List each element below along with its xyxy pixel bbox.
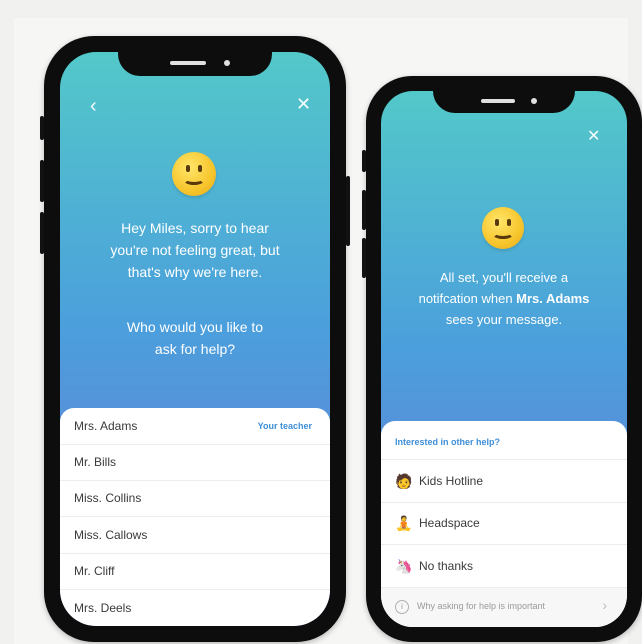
contact-name: Miss. Collins xyxy=(74,491,142,505)
left-speaker xyxy=(170,61,206,65)
teacher-tag: Your teacher xyxy=(257,421,312,431)
contact-row-cliff[interactable]: Mr. Cliff xyxy=(60,553,330,590)
right-screen: ✕ All set, you'll receive a notifcation … xyxy=(381,91,627,627)
right-speaker xyxy=(481,99,515,103)
right-camera xyxy=(531,98,537,104)
contact-name: Mrs. Deels xyxy=(74,600,132,615)
confirmation-line-3: sees your message. xyxy=(445,312,563,327)
contact-row-callows[interactable]: Miss. Callows xyxy=(60,516,330,554)
greeting-line-1: Hey Miles, sorry to hear xyxy=(121,220,269,236)
left-phone-volume-up xyxy=(40,160,44,202)
left-screen: ‹ ✕ Hey Miles, sorry to hear you're not … xyxy=(60,52,330,626)
option-kids-hotline[interactable]: 🧑 Kids Hotline xyxy=(381,459,627,503)
info-icon: i xyxy=(395,600,409,614)
contact-row-adams[interactable]: Mrs. Adams Your teacher xyxy=(60,408,330,445)
question-line-1: Who would you like to xyxy=(126,319,264,335)
right-phone-silent-switch xyxy=(362,150,366,172)
other-help-heading: Interested in other help? xyxy=(395,437,501,447)
help-info-footer[interactable]: i Why asking for help is important › xyxy=(381,588,627,627)
back-icon[interactable]: ‹ xyxy=(90,96,97,116)
meditation-icon: 🧘 xyxy=(395,515,413,531)
right-phone-volume-down xyxy=(362,238,366,278)
option-no-thanks[interactable]: 🦄 No thanks xyxy=(381,545,627,588)
contact-row-collins[interactable]: Miss. Collins xyxy=(60,480,330,517)
question-line-2: ask for help? xyxy=(154,341,236,357)
teacher-name: Mrs. Adams xyxy=(516,291,590,306)
question-message: Who would you like to ask for help? xyxy=(60,316,330,360)
greeting-line-2: you're not feeling great, but xyxy=(110,242,280,258)
contact-row-bills[interactable]: Mr. Bills xyxy=(60,444,330,481)
confirmation-line-1: All set, you'll receive a xyxy=(439,270,569,285)
chevron-right-icon: › xyxy=(602,597,607,613)
contact-row-deels[interactable]: Mrs. Deels xyxy=(60,589,330,626)
confirmation-line-2: notifcation when Mrs. Adams xyxy=(381,288,627,309)
contact-name: Mrs. Adams xyxy=(74,419,138,433)
option-headspace[interactable]: 🧘 Headspace xyxy=(381,502,627,545)
footer-text: Why asking for help is important xyxy=(417,601,546,611)
option-label: Headspace xyxy=(419,516,480,530)
unicorn-icon: 🦄 xyxy=(395,558,413,574)
other-help-sheet: Interested in other help? 🧑 Kids Hotline… xyxy=(381,421,627,627)
smiling-face-icon xyxy=(482,207,524,249)
greeting-message: Hey Miles, sorry to hear you're not feel… xyxy=(60,217,330,283)
greeting-line-3: that's why we're here. xyxy=(127,264,263,280)
contact-name: Miss. Callows xyxy=(74,527,148,542)
person-icon: 🧑 xyxy=(395,473,413,489)
option-label: Kids Hotline xyxy=(419,474,484,488)
close-icon[interactable]: ✕ xyxy=(587,127,600,147)
right-notch xyxy=(433,91,575,113)
left-camera xyxy=(224,60,230,66)
confirmation-line-2-text: notifcation when xyxy=(418,291,517,306)
contact-name: Mr. Cliff xyxy=(74,564,115,578)
left-phone: ‹ ✕ Hey Miles, sorry to hear you're not … xyxy=(40,36,350,642)
right-phone-volume-up xyxy=(362,190,366,230)
confirmation-message: All set, you'll receive a notifcation wh… xyxy=(381,267,627,330)
right-phone: ✕ All set, you'll receive a notifcation … xyxy=(362,76,642,642)
left-phone-power xyxy=(346,176,350,246)
left-notch xyxy=(118,52,272,76)
option-label: No thanks xyxy=(419,559,474,573)
contact-list: Mrs. Adams Your teacher Mr. Bills Miss. … xyxy=(60,408,330,626)
left-phone-volume-down xyxy=(40,212,44,254)
left-phone-silent-switch xyxy=(40,116,44,140)
contact-name: Mr. Bills xyxy=(74,455,116,469)
close-icon[interactable]: ✕ xyxy=(296,94,311,114)
smiling-face-icon xyxy=(172,152,216,196)
